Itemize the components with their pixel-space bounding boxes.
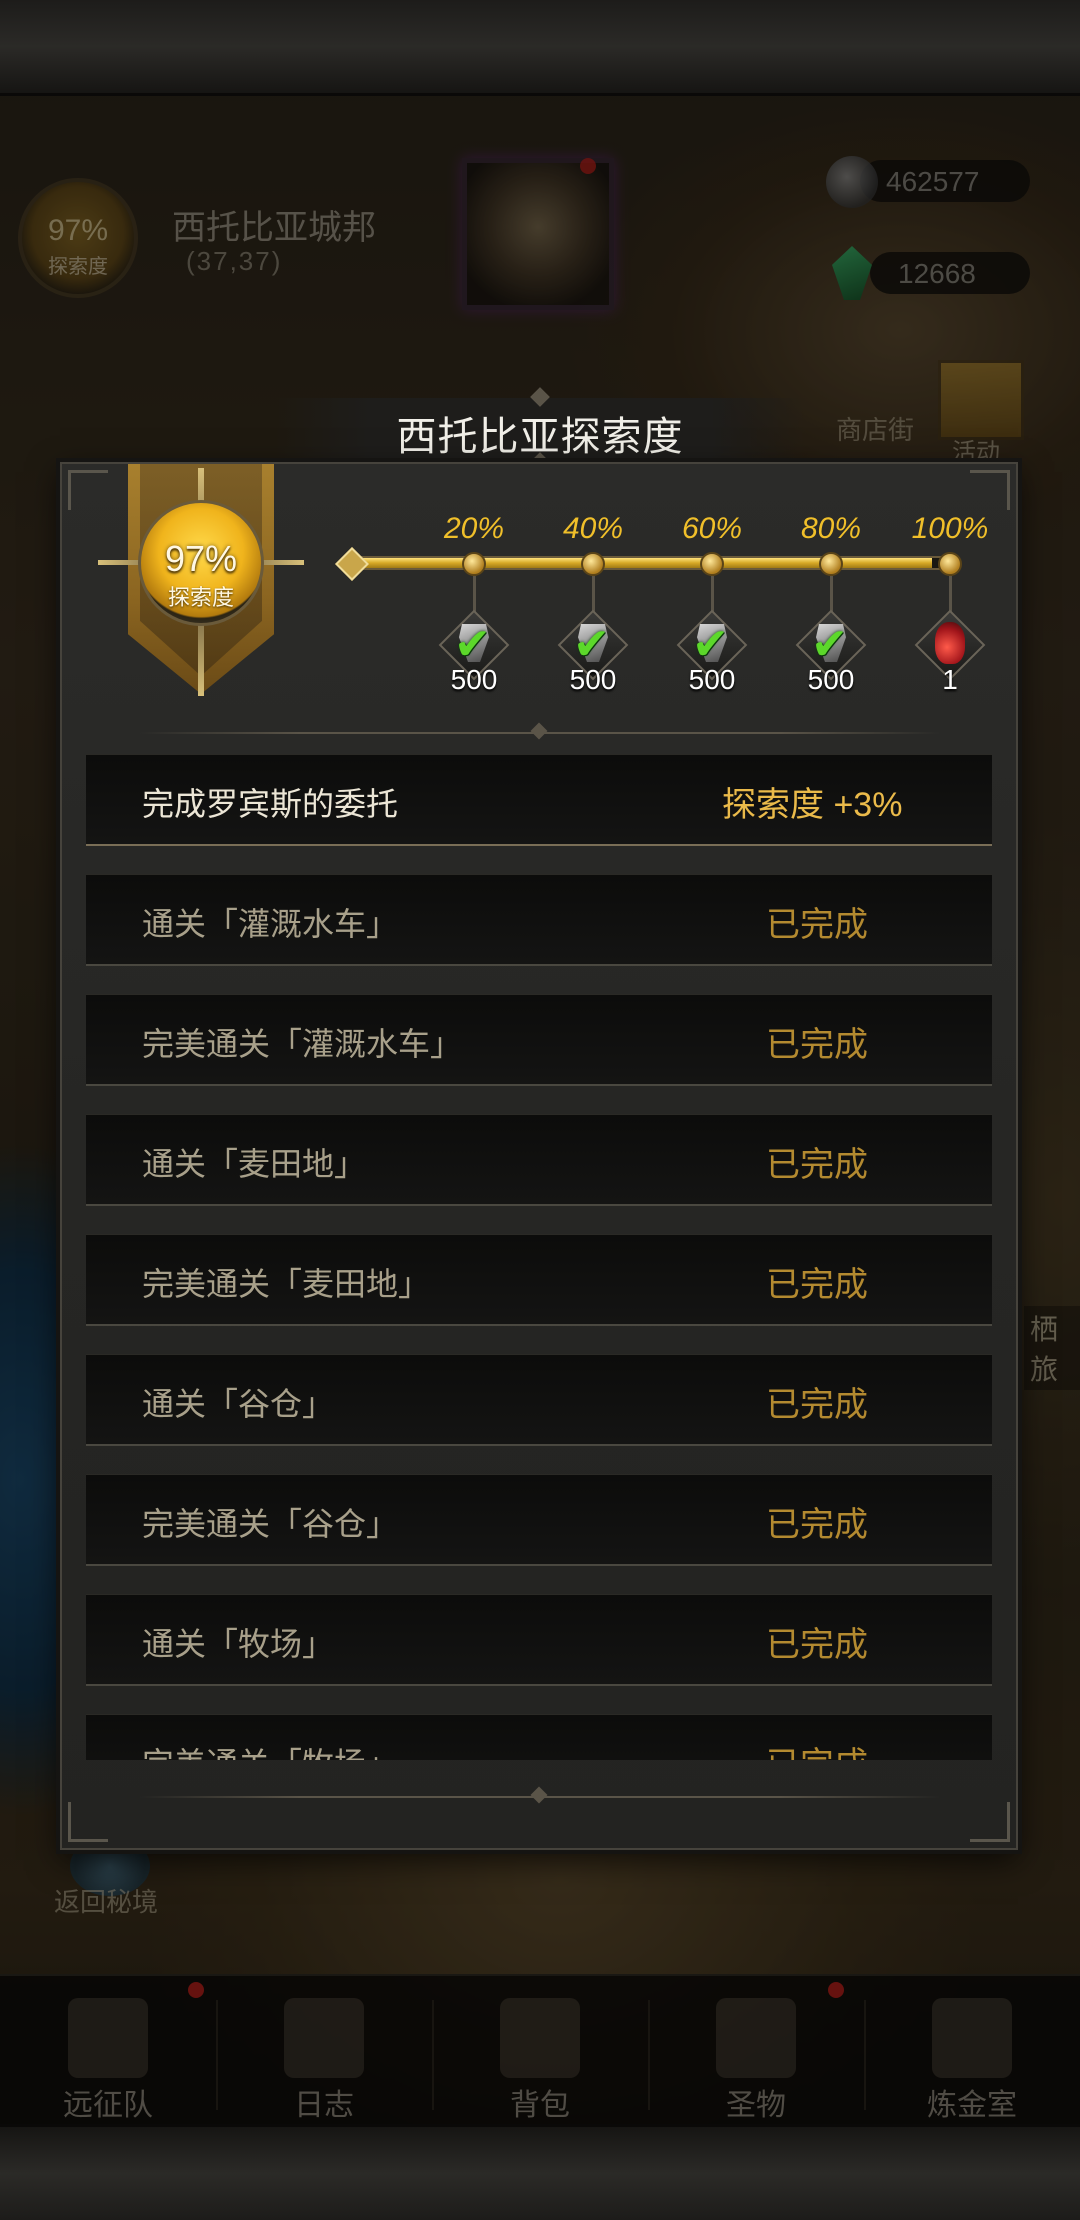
claimed-check-icon: ✔ [811, 620, 848, 669]
reward-quantity: 1 [942, 664, 958, 695]
task-name: 完美通关「灌溉水车」 [142, 1026, 463, 1062]
task-row[interactable]: 通关「灌溉水车」 已完成 [86, 874, 992, 966]
task-status: 已完成 [766, 1737, 966, 1760]
task-name: 完成罗宾斯的委托 [142, 786, 399, 822]
reward-quantity: 500 [807, 664, 855, 695]
claimed-check-icon: ✔ [454, 620, 491, 669]
task-row[interactable]: 通关「谷仓」 已完成 [86, 1354, 992, 1446]
corner-ornament [68, 1802, 108, 1842]
top-frame [0, 0, 1080, 96]
task-list[interactable]: 完成罗宾斯的委托 探索度 +3% 通关「灌溉水车」 已完成 完美通关「灌溉水车」 已完成通… [86, 754, 992, 1760]
task-row[interactable]: 通关「麦田地」 已完成 [86, 1114, 992, 1206]
milestone-node [700, 552, 724, 576]
task-row[interactable]: 完美通关「牧场」 已完成 [86, 1714, 992, 1760]
milestone-node [938, 552, 962, 576]
milestone-percent: 80% [800, 512, 862, 545]
task-row[interactable]: 通关「牧场」 已完成 [86, 1594, 992, 1686]
milestone-stem [711, 576, 714, 612]
task-status: 已完成 [766, 1626, 868, 1664]
corner-ornament [970, 1802, 1010, 1842]
task-status: 已完成 [766, 1266, 868, 1304]
milestone-stem [592, 576, 595, 612]
task-status: 已完成 [766, 906, 868, 944]
task-name: 通关「灌溉水车」 [142, 906, 399, 942]
task-name: 完美通关「谷仓」 [142, 1506, 399, 1542]
milestone-node [819, 552, 843, 576]
milestone-stem [473, 576, 476, 612]
corner-ornament [68, 470, 108, 510]
milestone-percent: 100% [911, 512, 989, 545]
claimed-check-icon: ✔ [692, 620, 729, 669]
claimed-check-icon: ✔ [573, 620, 610, 669]
dialog-title: 西托比亚探索度 [396, 415, 684, 459]
explore-label: 探索度 [167, 585, 234, 610]
task-status: 已完成 [766, 1506, 868, 1544]
task-name: 完美通关「牧场」 [142, 1739, 398, 1760]
task-name: 通关「牧场」 [142, 1626, 335, 1662]
task-name: 通关「谷仓」 [142, 1386, 335, 1422]
red-potion-icon [935, 622, 965, 664]
task-row[interactable]: 完美通关「麦田地」 已完成 [86, 1234, 992, 1326]
reward-quantity: 500 [569, 664, 617, 695]
reward-quantity: 500 [450, 664, 498, 695]
explore-percent: 97% [164, 538, 238, 579]
bottom-frame [0, 2124, 1080, 2220]
task-name: 完美通关「麦田地」 [142, 1266, 431, 1302]
milestone-stem [830, 576, 833, 612]
task-row[interactable]: 完美通关「灌溉水车」 已完成 [86, 994, 992, 1086]
corner-ornament [970, 470, 1010, 510]
milestone-percent: 20% [443, 512, 505, 545]
task-status: 已完成 [766, 1386, 868, 1424]
milestone-percent: 60% [681, 512, 743, 545]
task-name: 通关「麦田地」 [142, 1146, 367, 1182]
milestone-node [462, 552, 486, 576]
task-row[interactable]: 完美通关「谷仓」 已完成 [86, 1474, 992, 1566]
task-status: 探索度 +3% [722, 786, 903, 824]
exploration-progress-fill [356, 558, 932, 568]
task-status: 已完成 [766, 1146, 868, 1184]
milestone-node [581, 552, 605, 576]
task-row[interactable]: 完成罗宾斯的委托 探索度 +3% [86, 754, 992, 846]
milestone-percent: 40% [562, 512, 624, 545]
task-status: 已完成 [766, 1026, 868, 1064]
milestone-stem [949, 576, 952, 612]
reward-quantity: 500 [688, 664, 736, 695]
